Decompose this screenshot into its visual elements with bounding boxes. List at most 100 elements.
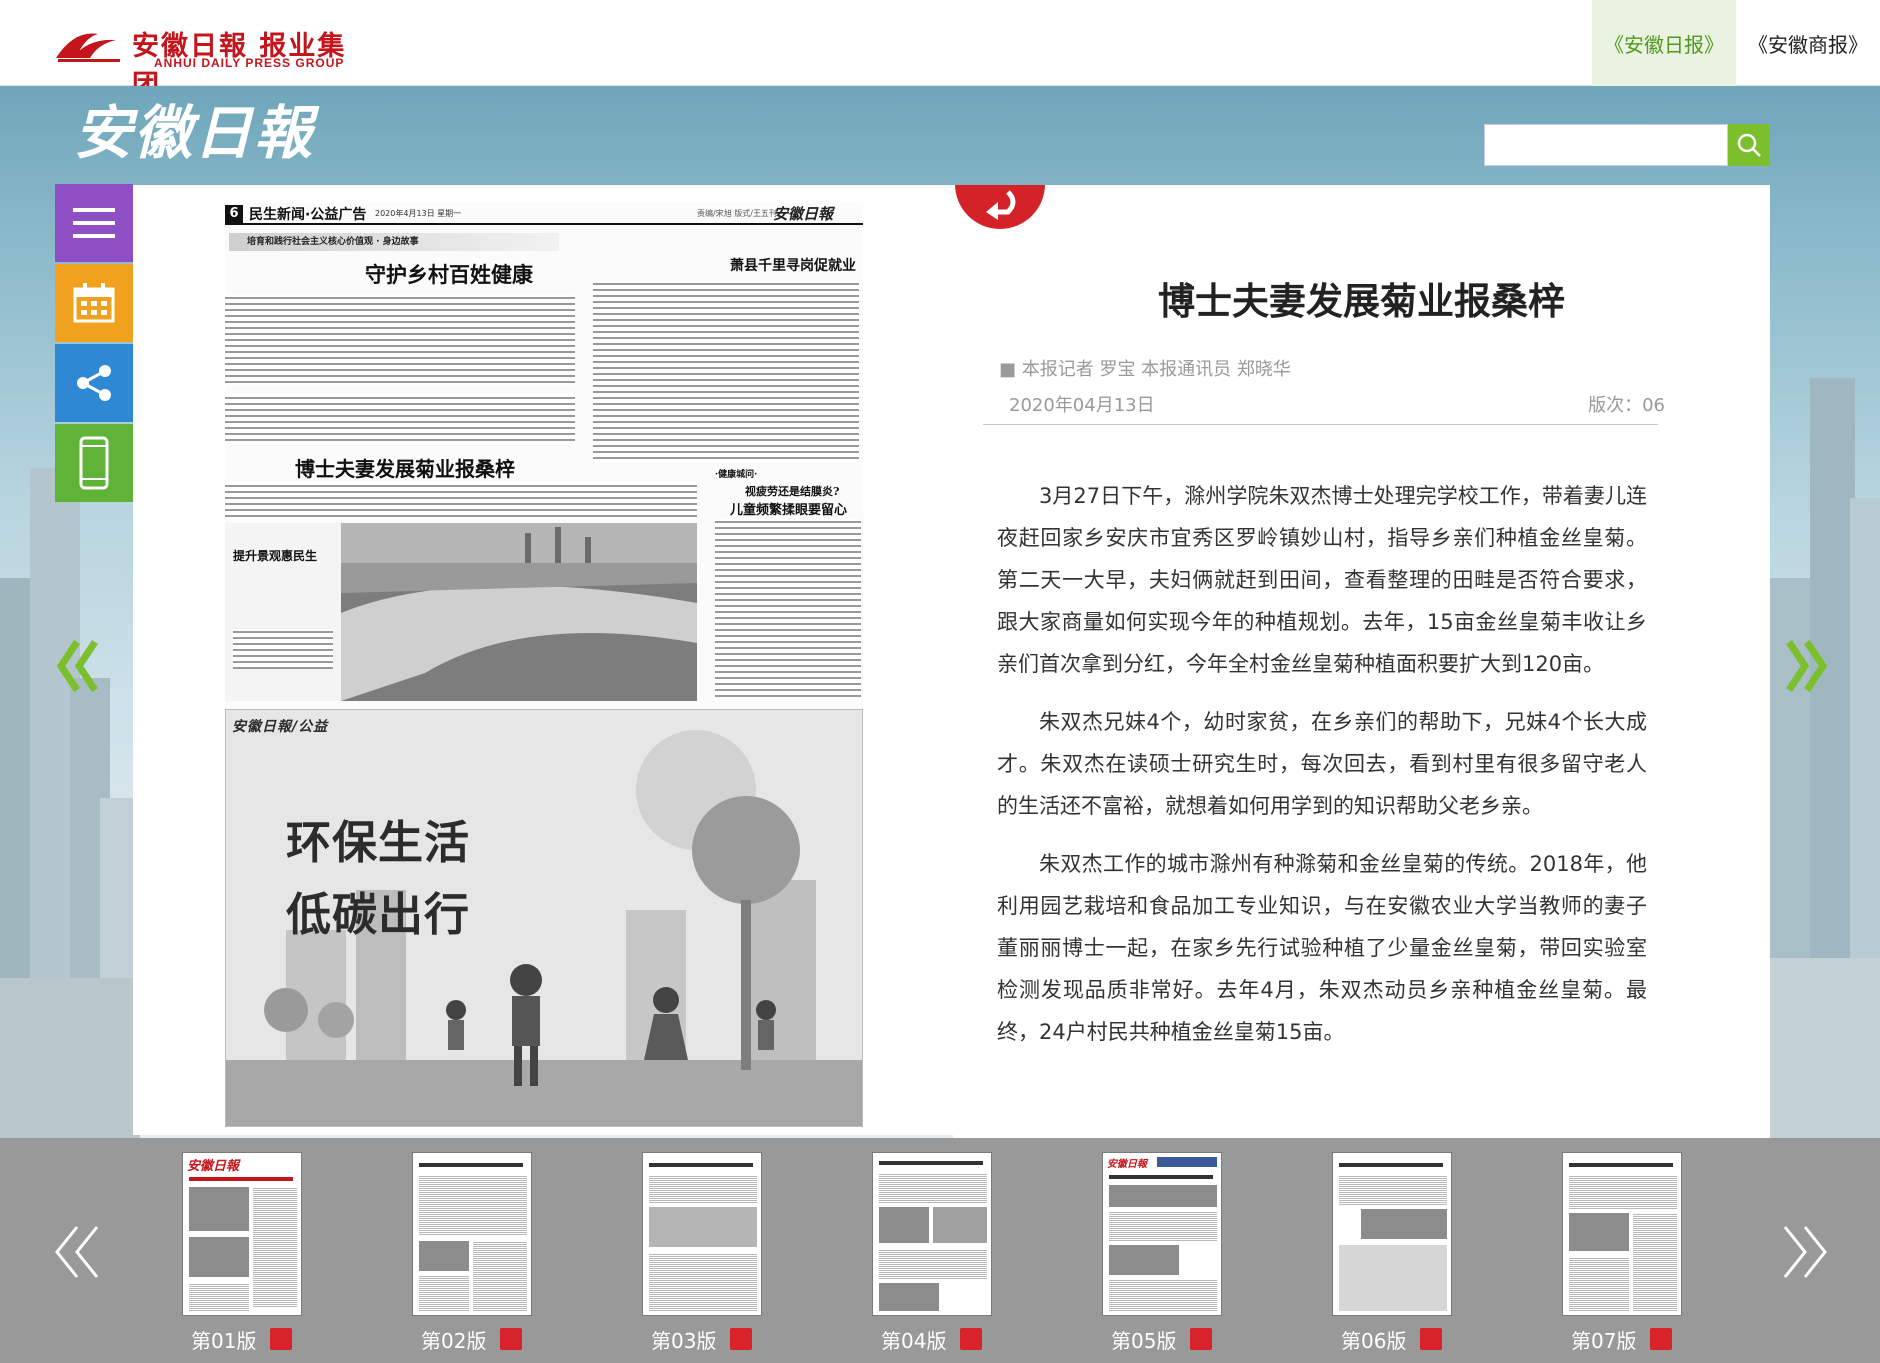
thumbnail-image: 安徽日報 [1102, 1152, 1222, 1316]
np-date: 2020年4月13日 星期一 [375, 209, 462, 218]
thumbnail-headline-bar [649, 1163, 753, 1167]
np-ad-title-2: 低碳出行 [286, 888, 471, 941]
thumbnail-label: 第07版 [1571, 1329, 1637, 1353]
np-headline-3[interactable]: 萧县千里寻岗促就业 [730, 255, 856, 275]
thumbnail-photo [1569, 1213, 1629, 1251]
thumbnail-label: 第04版 [881, 1329, 947, 1353]
thumbnail-page-06[interactable]: 第06版 [1332, 1152, 1452, 1362]
thumbnail-photo [1339, 1245, 1447, 1311]
mobile-button[interactable] [55, 424, 133, 502]
thumbnail-page-02[interactable]: 第02版 [412, 1152, 532, 1362]
paper-masthead-logo[interactable]: 安徽日報 [74, 98, 334, 168]
thumbnail-headline-bar [879, 1161, 983, 1165]
thumbnail-headline-bar [1109, 1175, 1213, 1179]
menu-button[interactable] [55, 184, 133, 262]
thumbnail-text [649, 1253, 757, 1311]
np-ad-masthead: 安徽日報/公益 [232, 719, 329, 735]
np-header: 6 民生新闻·公益广告 2020年4月13日 星期一 责编/宋旭 版式/王五刊 … [225, 203, 863, 225]
np-text-block [715, 519, 861, 699]
next-page-arrow[interactable] [1776, 626, 1836, 706]
thumbnail-image [412, 1152, 532, 1316]
share-button[interactable] [55, 344, 133, 422]
double-chevron-right-icon [1783, 1226, 1827, 1278]
thumbnail-label: 第05版 [1111, 1329, 1177, 1353]
np-edition-note: 责编/宋旭 版式/王五刊 [697, 209, 777, 218]
group-logo[interactable]: 安徽日報 报业集团 ANHUI DAILY PRESS GROUP [54, 22, 374, 101]
thumbnail-text [1569, 1175, 1677, 1209]
search-button[interactable] [1728, 124, 1770, 166]
np-photo[interactable]: 提升景观惠民生 [225, 523, 697, 701]
search-input[interactable] [1484, 124, 1728, 166]
link-anhui-business[interactable]: 《安徽商报》 [1736, 0, 1880, 86]
thumbnail-page-03[interactable]: 第03版 [642, 1152, 762, 1362]
back-arrow-icon [986, 190, 1016, 220]
thumbnail-photo [933, 1207, 987, 1243]
thumbnail-text [473, 1241, 527, 1311]
pdf-icon[interactable] [270, 1328, 292, 1350]
double-chevron-left-icon [56, 640, 98, 692]
thumbnail-page-04[interactable]: 第04版 [872, 1152, 992, 1362]
pdf-icon[interactable] [500, 1328, 522, 1350]
np-section: 民生新闻·公益广告 [249, 207, 367, 223]
np-masthead-small: 安徽日報 [773, 205, 834, 223]
back-button[interactable] [955, 185, 1045, 229]
prev-page-arrow[interactable] [48, 626, 108, 706]
thumbnail-label: 第02版 [421, 1329, 487, 1353]
thumbnail-image [872, 1152, 992, 1316]
np-text-block [225, 483, 697, 519]
thumbnail-text [879, 1249, 987, 1279]
np-text-block [225, 295, 575, 385]
thumbnail-headline-bar [1339, 1163, 1443, 1167]
np-headline-4[interactable]: 视疲劳还是结膜炎? [745, 483, 839, 499]
thumbnail-label: 第06版 [1341, 1329, 1407, 1353]
article-paragraph: 朱双杰工作的城市滁州有种滁菊和金丝皇菊的传统。2018年，他利用园艺栽培和食品加… [997, 852, 1647, 1044]
publication-links: 《安徽日报》 《安徽商报》 [1592, 0, 1880, 86]
pdf-icon[interactable] [1190, 1328, 1212, 1350]
link-anhui-daily[interactable]: 《安徽日报》 [1592, 0, 1736, 86]
thumbnail-label: 第01版 [191, 1329, 257, 1353]
thumbnail-text [879, 1173, 987, 1203]
thumbnail-page-01[interactable]: 安徽日報 第01版 [182, 1152, 302, 1362]
thumbnail-headline-bar [1569, 1163, 1673, 1167]
np-headline-1[interactable]: 守护乡村百姓健康 [365, 259, 533, 289]
np-banner: 培育和践行社会主义核心价值观 · 身边故事 [229, 233, 559, 251]
newspaper-page-image[interactable]: 6 民生新闻·公益广告 2020年4月13日 星期一 责编/宋旭 版式/王五刊 … [225, 203, 863, 1127]
thumbnail-text [419, 1275, 469, 1311]
mobile-icon [79, 436, 109, 490]
divider [983, 424, 1658, 425]
thumbnail-text [1569, 1257, 1629, 1311]
thumbnail-text [189, 1283, 249, 1311]
group-logo-mark-icon [56, 33, 120, 62]
np-headline-5[interactable]: 儿童频繁揉眼要留心 [730, 499, 847, 518]
article-body: 3月27日下午，滁州学院朱双杰博士处理完学校工作，带着妻儿连夜赶回家乡安庆市宜秀… [997, 475, 1647, 1069]
pdf-icon[interactable] [960, 1328, 982, 1350]
thumbnail-text [649, 1175, 757, 1203]
np-public-ad[interactable]: 安徽日報/公益 环保生活 低碳出行 [225, 709, 863, 1127]
thumbs-prev-arrow[interactable] [48, 1212, 108, 1292]
np-photo-caption-box: 提升景观惠民生 [225, 523, 341, 701]
calendar-button[interactable] [55, 264, 133, 342]
np-headline-2[interactable]: 博士夫妻发展菊业报桑梓 [295, 453, 515, 482]
newspaper-page-view[interactable]: 6 民生新闻·公益广告 2020年4月13日 星期一 责编/宋旭 版式/王五刊 … [133, 185, 953, 1135]
thumbnail-text [1339, 1175, 1447, 1205]
thumbnail-photo [189, 1237, 249, 1277]
search-box [1484, 124, 1770, 166]
thumbnail-headline-bar [1157, 1157, 1217, 1167]
thumbnail-text [1633, 1213, 1677, 1311]
thumbnail-text [419, 1175, 527, 1235]
np-text-block [233, 629, 333, 669]
thumbnail-text [1109, 1279, 1217, 1311]
pdf-icon[interactable] [1420, 1328, 1442, 1350]
pdf-icon[interactable] [1650, 1328, 1672, 1350]
article-author: ■ 本报记者 罗宝 本报通讯员 郑晓华 [999, 359, 1291, 380]
thumbnail-photo [1109, 1185, 1217, 1207]
thumbnail-page-05[interactable]: 安徽日報 第05版 [1102, 1152, 1222, 1362]
share-icon [77, 365, 111, 401]
article-edition: 版次：06 [1588, 395, 1665, 416]
thumbnail-page-07[interactable]: 第07版 [1562, 1152, 1682, 1362]
thumbs-next-arrow[interactable] [1774, 1212, 1834, 1292]
thumbnail-image [642, 1152, 762, 1316]
np-subhead: ·健康城问· [715, 470, 758, 480]
thumbnail-label: 第03版 [651, 1329, 717, 1353]
pdf-icon[interactable] [730, 1328, 752, 1350]
